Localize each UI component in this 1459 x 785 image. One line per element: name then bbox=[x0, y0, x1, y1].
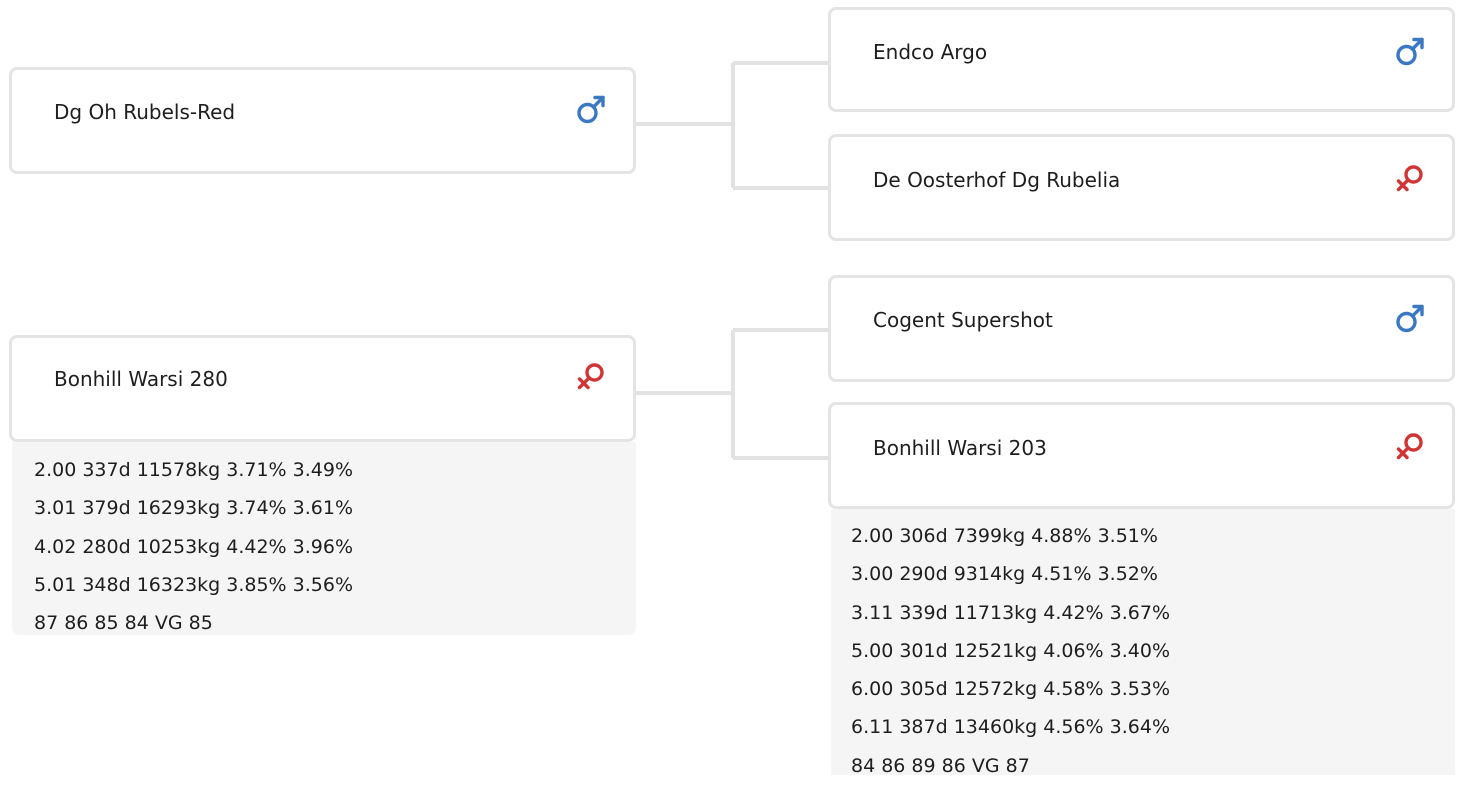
sire-name: Dg Oh Rubels-Red bbox=[54, 100, 236, 124]
connector-sire-branch bbox=[636, 61, 829, 190]
sire-card[interactable]: Dg Oh Rubels-Red bbox=[9, 67, 636, 174]
dam-dam-name: Bonhill Warsi 203 bbox=[873, 436, 1047, 460]
dam-card[interactable]: Bonhill Warsi 280 bbox=[9, 335, 636, 442]
sire-sire-card[interactable]: Endco Argo bbox=[828, 7, 1455, 112]
male-symbol-icon bbox=[575, 92, 609, 126]
male-symbol-icon bbox=[1394, 301, 1428, 335]
dam-dam-record-line: 6.11 387d 13460kg 4.56% 3.64% bbox=[851, 716, 1171, 739]
connector-dam-branch bbox=[636, 328, 829, 460]
dam-sire-name: Cogent Supershot bbox=[873, 308, 1053, 332]
dam-dam-records-panel: 2.00 306d 7399kg 4.88% 3.51% 3.00 290d 9… bbox=[831, 509, 1455, 777]
dam-record-line: 3.01 379d 16293kg 3.74% 3.61% bbox=[34, 497, 354, 520]
sire-dam-card[interactable]: De Oosterhof Dg Rubelia bbox=[828, 134, 1455, 241]
dam-sire-card[interactable]: Cogent Supershot bbox=[828, 275, 1455, 382]
dam-dam-record-line: 3.00 290d 9314kg 4.51% 3.52% bbox=[851, 563, 1158, 586]
dam-dam-record-line: 6.00 305d 12572kg 4.58% 3.53% bbox=[851, 678, 1171, 701]
dam-classification: 87 86 85 84 VG 85 bbox=[34, 612, 213, 635]
dam-dam-record-line: 3.11 339d 11713kg 4.42% 3.67% bbox=[851, 601, 1171, 624]
dam-name: Bonhill Warsi 280 bbox=[54, 367, 228, 391]
female-symbol-icon bbox=[1394, 162, 1428, 196]
female-symbol-icon bbox=[575, 360, 609, 394]
dam-dam-record-line: 5.00 301d 12521kg 4.06% 3.40% bbox=[851, 639, 1171, 662]
male-symbol-icon bbox=[1394, 34, 1428, 68]
sire-sire-name: Endco Argo bbox=[873, 40, 988, 64]
dam-dam-card[interactable]: Bonhill Warsi 203 bbox=[828, 402, 1455, 509]
dam-record-line: 2.00 337d 11578kg 3.71% 3.49% bbox=[34, 459, 354, 481]
dam-dam-classification: 84 86 89 86 VG 87 bbox=[851, 754, 1030, 777]
dam-record-line: 5.01 348d 16323kg 3.85% 3.56% bbox=[34, 573, 354, 596]
dam-record-line: 4.02 280d 10253kg 4.42% 3.96% bbox=[34, 535, 354, 558]
dam-dam-record-line: 2.00 306d 7399kg 4.88% 3.51% bbox=[851, 525, 1158, 547]
dam-records-panel: 2.00 337d 11578kg 3.71% 3.49% 3.01 379d … bbox=[12, 442, 636, 635]
sire-dam-name: De Oosterhof Dg Rubelia bbox=[873, 168, 1121, 192]
female-symbol-icon bbox=[1394, 430, 1428, 464]
